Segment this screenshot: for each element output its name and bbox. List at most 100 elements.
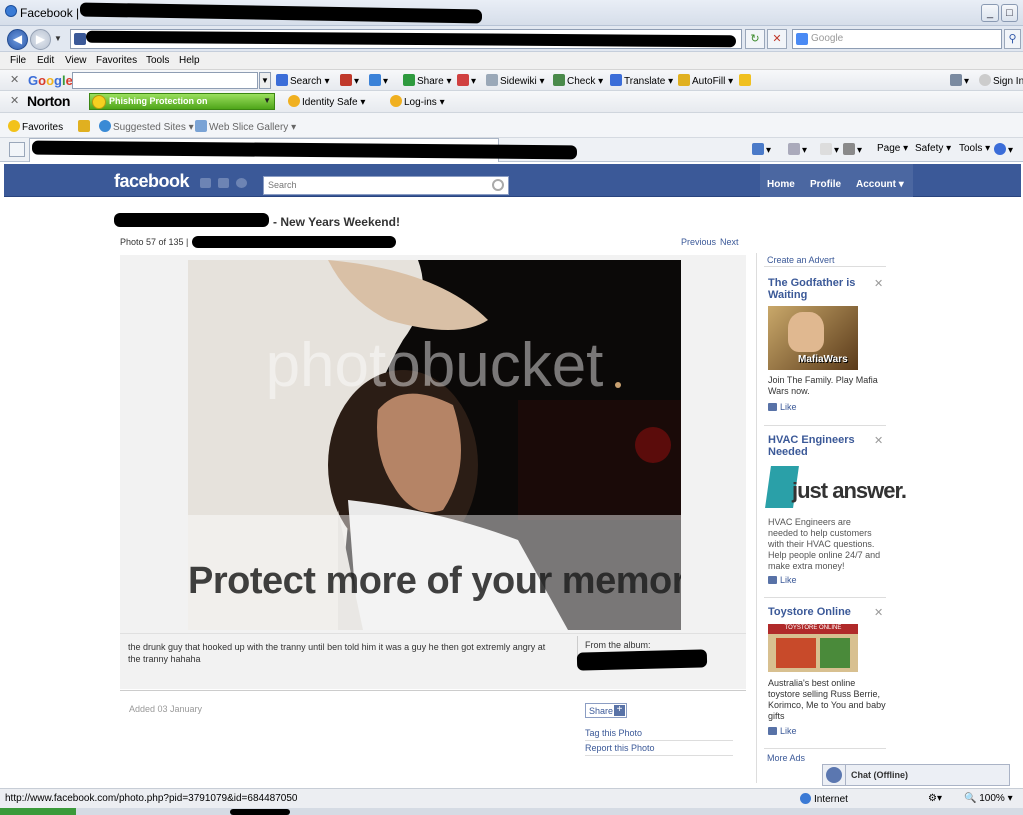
ad-image[interactable]: MafiaWars bbox=[768, 306, 858, 370]
quick-tabs-icon[interactable] bbox=[9, 142, 25, 157]
web-slice-icon bbox=[195, 120, 207, 132]
tab-command-bar: ▾ ▾ ▾ ▾ Page ▾ Safety ▾ Tools ▾ ▾ bbox=[0, 138, 1023, 162]
create-advert-link[interactable]: Create an Advert bbox=[767, 255, 835, 265]
menu-file[interactable]: File bbox=[10, 55, 26, 66]
autofill-icon bbox=[678, 74, 690, 86]
mail-icon[interactable]: ▾ bbox=[820, 143, 839, 156]
ad-image[interactable]: TOYSTORE ONLINE bbox=[768, 624, 858, 672]
ad-title[interactable]: HVAC Engineers Needed bbox=[768, 434, 868, 458]
share-button[interactable]: Share + bbox=[585, 703, 627, 718]
menu-favorites[interactable]: Favorites bbox=[96, 55, 137, 66]
logins-button[interactable]: Log-ins ▾ bbox=[390, 95, 445, 108]
wrench-icon[interactable]: ▾ bbox=[950, 74, 969, 87]
help-icon[interactable]: ▾ bbox=[994, 143, 1013, 156]
friend-requests-icon[interactable] bbox=[200, 178, 211, 188]
tools-menu[interactable]: Tools ▾ bbox=[959, 143, 990, 154]
google-logo: Google bbox=[28, 73, 73, 88]
close-toolbar-icon[interactable]: ✕ bbox=[10, 94, 19, 107]
ie-icon bbox=[5, 5, 17, 17]
ad-like-button[interactable]: Like bbox=[768, 402, 797, 412]
search-go-icon[interactable]: ⚲ bbox=[1004, 29, 1021, 49]
nav-home[interactable]: Home bbox=[767, 179, 795, 190]
highlighter-icon[interactable] bbox=[739, 74, 753, 87]
ad-title[interactable]: The Godfather is Waiting bbox=[768, 277, 868, 301]
phishing-protection-status[interactable]: Phishing Protection on ▼ bbox=[89, 93, 275, 110]
menu-help[interactable]: Help bbox=[179, 55, 200, 66]
redaction-mark bbox=[576, 649, 708, 671]
nav-profile[interactable]: Profile bbox=[810, 179, 841, 190]
maximize-button[interactable]: □ bbox=[1001, 4, 1018, 22]
search-icon[interactable] bbox=[492, 179, 504, 191]
popup-blocker-icon[interactable]: ▾ bbox=[457, 74, 476, 87]
home-icon[interactable]: ▾ bbox=[752, 143, 771, 156]
divider bbox=[120, 690, 746, 691]
facebook-search-input[interactable]: Search bbox=[263, 176, 509, 195]
minimize-button[interactable]: _ bbox=[981, 4, 999, 22]
favorites-bar: Favorites Suggested Sites ▾ Web Slice Ga… bbox=[0, 113, 1023, 138]
close-ad-icon[interactable]: ✕ bbox=[874, 606, 883, 619]
caption-row: the drunk guy that hooked up with the tr… bbox=[120, 633, 746, 689]
photo-image[interactable]: Protect more of your memories photobucke… bbox=[188, 260, 681, 630]
google-search-button[interactable]: Search ▾ bbox=[276, 74, 329, 87]
favorites-button[interactable]: Favorites bbox=[8, 120, 63, 133]
stop-icon[interactable]: ✕ bbox=[767, 29, 787, 49]
suggested-sites-link[interactable]: Suggested Sites ▾ bbox=[99, 120, 194, 133]
google-search-input[interactable] bbox=[72, 72, 258, 89]
google-provider-icon bbox=[796, 33, 808, 45]
ad-title[interactable]: Toystore Online bbox=[768, 606, 868, 618]
next-link[interactable]: Next bbox=[720, 237, 739, 247]
feeds-icon[interactable]: ▾ bbox=[788, 143, 807, 156]
notifications-icon[interactable] bbox=[236, 178, 247, 188]
chat-bar[interactable]: Chat (Offline) bbox=[822, 764, 1010, 786]
zoom-level[interactable]: 🔍 100% ▾ bbox=[964, 793, 1013, 804]
ie-search-input[interactable]: Google bbox=[792, 29, 1002, 49]
start-button[interactable] bbox=[0, 808, 76, 815]
more-ads-link[interactable]: More Ads bbox=[767, 753, 805, 763]
safety-menu[interactable]: Safety ▾ bbox=[915, 143, 951, 154]
globe-icon[interactable] bbox=[826, 767, 842, 783]
messages-icon[interactable] bbox=[218, 178, 229, 188]
google-dropdown-icon[interactable]: ▼ bbox=[259, 72, 271, 89]
print-icon[interactable]: ▾ bbox=[843, 143, 862, 156]
google-translate-button[interactable]: Translate ▾ bbox=[610, 74, 673, 87]
refresh-icon[interactable]: ↻ bbox=[745, 29, 765, 49]
add-favorite-icon[interactable] bbox=[78, 120, 92, 133]
spellcheck-icon bbox=[553, 74, 565, 86]
close-toolbar-icon[interactable]: ✕ bbox=[10, 73, 19, 86]
tag-photo-link[interactable]: Tag this Photo bbox=[585, 728, 642, 738]
chat-status[interactable]: Chat (Offline) bbox=[851, 770, 908, 780]
sidewiki-icon bbox=[486, 74, 498, 86]
google-sign-in[interactable]: Sign In bbox=[979, 74, 1023, 87]
photo-count: Photo 57 of 135 | bbox=[120, 237, 189, 247]
ad-like-button[interactable]: Like bbox=[768, 575, 797, 585]
address-bar-row: ◀ ▶ ▼ ↻ ✕ Google ⚲ bbox=[0, 26, 1023, 52]
google-share-button[interactable]: Share ▾ bbox=[403, 74, 451, 87]
protected-mode-icon[interactable]: ⚙▾ bbox=[928, 793, 942, 804]
report-photo-link[interactable]: Report this Photo bbox=[585, 743, 655, 753]
forward-button[interactable]: ▶ bbox=[30, 29, 51, 50]
column-divider bbox=[756, 253, 757, 783]
facebook-logo[interactable]: facebook bbox=[114, 171, 190, 192]
page-menu[interactable]: Page ▾ bbox=[877, 143, 908, 154]
divider bbox=[585, 740, 733, 741]
history-dropdown-icon[interactable]: ▼ bbox=[54, 34, 62, 43]
menu-view[interactable]: View bbox=[65, 55, 87, 66]
back-button[interactable]: ◀ bbox=[7, 29, 28, 50]
plus-icon[interactable]: ▾ bbox=[369, 74, 388, 87]
previous-link[interactable]: Previous bbox=[681, 237, 716, 247]
divider bbox=[764, 597, 886, 598]
bookmark-icon[interactable]: ▾ bbox=[340, 74, 359, 87]
menu-edit[interactable]: Edit bbox=[37, 55, 54, 66]
google-sidewiki-button[interactable]: Sidewiki ▾ bbox=[486, 74, 544, 87]
close-ad-icon[interactable]: ✕ bbox=[874, 277, 883, 290]
google-check-button[interactable]: Check ▾ bbox=[553, 74, 603, 87]
nav-account[interactable]: Account ▾ bbox=[856, 179, 904, 190]
menu-tools[interactable]: Tools bbox=[146, 55, 169, 66]
ad-image[interactable]: just answer. bbox=[765, 462, 907, 512]
identity-safe-button[interactable]: Identity Safe ▾ bbox=[288, 95, 365, 108]
web-slice-gallery-link[interactable]: Web Slice Gallery ▾ bbox=[195, 120, 296, 133]
ad-like-button[interactable]: Like bbox=[768, 726, 797, 736]
google-autofill-button[interactable]: AutoFill ▾ bbox=[678, 74, 733, 87]
close-ad-icon[interactable]: ✕ bbox=[874, 434, 883, 447]
thumbs-up-icon bbox=[768, 403, 777, 411]
